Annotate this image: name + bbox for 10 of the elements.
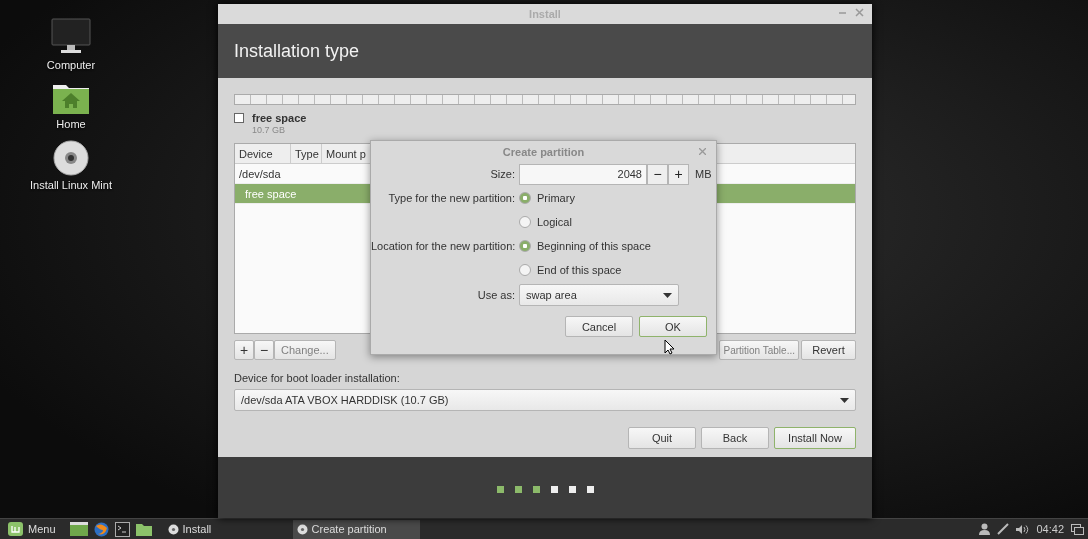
boot-loader-label: Device for boot loader installation: [234,372,401,384]
legend-size: 10.7 GB [252,125,287,135]
option-group-label: Type for the new partition: [387,192,515,204]
dialog-title: Create partition [502,145,585,158]
unit-label: MB [695,168,712,180]
size-label: Size: [489,168,515,180]
legend-label: free space [252,112,307,124]
use-as-label: Use as: [476,289,515,301]
page-heading: Installation type [234,40,360,62]
option-group-label: Location for the new partition: [371,240,515,252]
